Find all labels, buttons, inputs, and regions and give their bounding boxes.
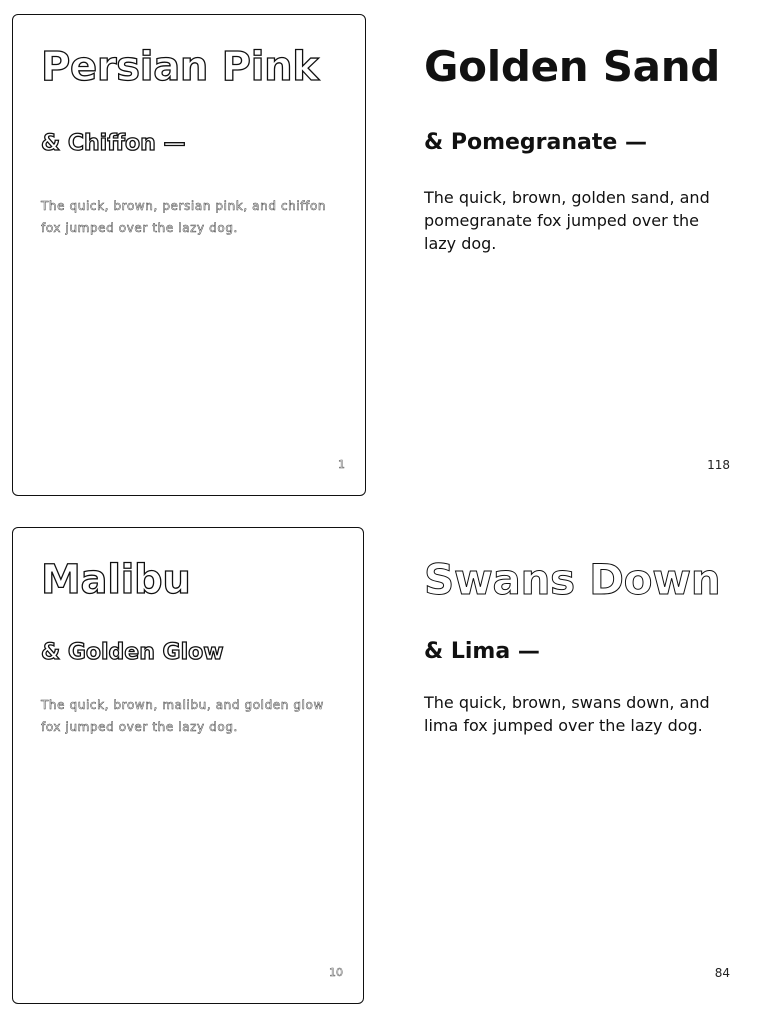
panel-subtitle: & Pomegranate — [424,130,647,155]
panel-body-text: The quick, brown, golden sand, and pomeg… [424,188,710,253]
panel-page-number: 84 [714,966,730,980]
page: Persian Pink & Chiffon — The quick, brow… [0,0,768,1024]
card-title: Persian Pink [40,44,319,90]
panel-title: Swans Down [423,555,721,604]
card-body-text: The quick, brown, persian pink, and chif… [41,199,327,236]
card-page-number: 10 [329,966,344,980]
panel-subtitle: & Lima — [424,639,540,664]
card-subtitle: & Golden Glow [40,639,224,665]
panel-page-number: 118 [707,458,730,472]
color-panel-golden-sand: Golden Sand & Pomegranate — The quick, b… [408,14,748,496]
panel-title: Golden Sand [424,42,721,91]
color-card-persian-pink[interactable]: Persian Pink & Chiffon — The quick, brow… [12,14,366,496]
card-subtitle: & Chiffon — [40,130,186,156]
color-card-malibu[interactable]: Malibu & Golden Glow The quick, brown, m… [12,527,364,1004]
card-page-number: 1 [338,458,346,472]
card-body-text: The quick, brown, malibu, and golden glo… [41,698,324,735]
panel-body-text: The quick, brown, swans down, and lima f… [424,693,710,735]
card-title: Malibu [40,557,191,603]
color-panel-swans-down: Swans Down & Lima — The quick, brown, sw… [408,527,748,1004]
